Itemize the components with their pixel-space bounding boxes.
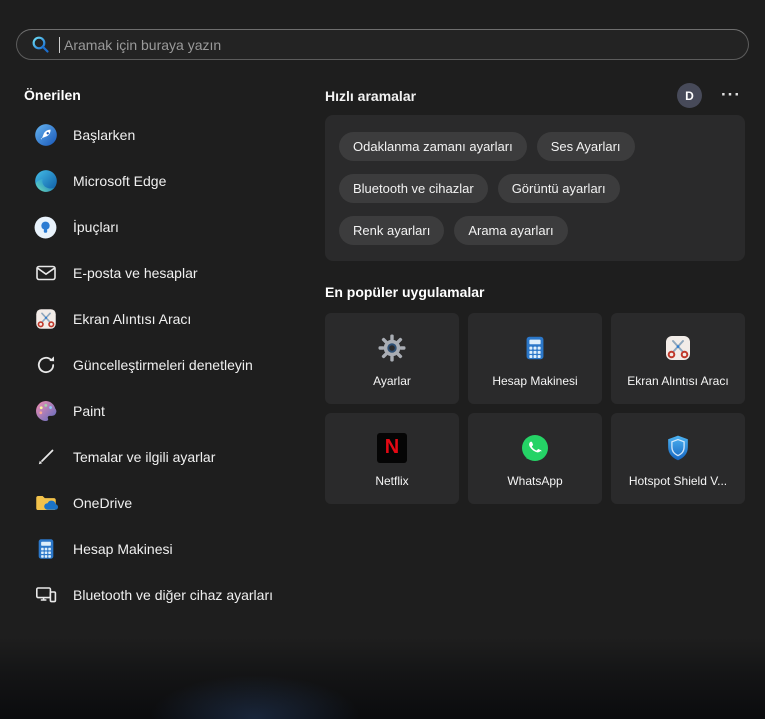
more-icon[interactable]: ··· (721, 85, 741, 105)
devices-icon (32, 582, 59, 609)
search-icon (31, 35, 50, 54)
getting-started-icon (32, 122, 59, 149)
quick-searches-title: Hızlı aramalar (325, 88, 417, 104)
suggested-item-label: Ekran Alıntısı Aracı (73, 311, 192, 327)
netflix-logo-letter: N (384, 436, 400, 458)
quick-search-chip[interactable]: Arama ayarları (454, 216, 568, 245)
search-input[interactable] (62, 35, 734, 54)
suggested-item-paint[interactable]: Paint (8, 388, 312, 434)
suggested-item-label: İpuçları (73, 219, 119, 235)
calculator-icon (520, 330, 550, 366)
app-tile-label: Hesap Makinesi (492, 373, 578, 388)
netflix-icon: N (377, 430, 407, 466)
avatar[interactable]: D (677, 83, 702, 108)
suggested-item-label: Microsoft Edge (73, 173, 167, 189)
app-tile-label: WhatsApp (507, 473, 563, 488)
suggested-item-eposta-ve-hesaplar[interactable]: E-posta ve hesaplar (8, 250, 312, 296)
calculator-icon (32, 536, 59, 563)
suggested-item-label: Paint (73, 403, 105, 419)
settings-gear-icon (376, 330, 408, 366)
suggested-item-ipuclari[interactable]: İpuçları (8, 204, 312, 250)
tips-icon (32, 214, 59, 241)
suggested-item-label: Bluetooth ve diğer cihaz ayarları (73, 587, 273, 603)
refresh-icon (32, 352, 59, 379)
app-tile-whatsapp[interactable]: WhatsApp (468, 413, 602, 504)
suggested-title: Önerilen (24, 87, 81, 103)
quick-search-chip[interactable]: Renk ayarları (339, 216, 445, 245)
whatsapp-icon (519, 430, 551, 466)
snipping-tool-icon (32, 306, 59, 333)
suggested-item-bluetooth-cihaz-ayarlari[interactable]: Bluetooth ve diğer cihaz ayarları (8, 572, 312, 618)
suggested-item-microsoft-edge[interactable]: Microsoft Edge (8, 158, 312, 204)
shield-icon (663, 430, 693, 466)
bottom-fade (0, 637, 765, 719)
app-tile-label: Ekran Alıntısı Aracı (627, 373, 729, 388)
app-tile-label: Hotspot Shield V... (628, 473, 728, 488)
snipping-tool-icon (662, 330, 694, 366)
quick-search-chip[interactable]: Odaklanma zamanı ayarları (339, 132, 527, 161)
windows-search-flyout: Önerilen Başlarken (0, 0, 765, 719)
search-box[interactable] (16, 29, 749, 60)
suggested-item-baslarken[interactable]: Başlarken (8, 112, 312, 158)
suggested-item-temalar[interactable]: Temalar ve ilgili ayarlar (8, 434, 312, 480)
quick-searches-header: Hızlı aramalar D ··· (325, 82, 745, 110)
text-caret (59, 36, 60, 53)
quick-search-chip[interactable]: Bluetooth ve cihazlar (339, 174, 488, 203)
top-apps-title: En popüler uygulamalar (325, 284, 485, 300)
suggested-item-label: OneDrive (73, 495, 133, 511)
paint-palette-icon (32, 398, 59, 425)
app-tile-ayarlar[interactable]: Ayarlar (325, 313, 459, 404)
suggested-item-onedrive[interactable]: OneDrive (8, 480, 312, 526)
suggested-item-hesap-makinesi[interactable]: Hesap Makinesi (8, 526, 312, 572)
app-tile-netflix[interactable]: N Netflix (325, 413, 459, 504)
app-tile-hesap-makinesi[interactable]: Hesap Makinesi (468, 313, 602, 404)
suggested-item-label: Güncelleştirmeleri denetleyin (73, 357, 253, 373)
suggested-item-label: Temalar ve ilgili ayarlar (73, 449, 216, 465)
quick-search-chip[interactable]: Ses Ayarları (536, 132, 635, 161)
app-tile-ekran-alintisi-araci[interactable]: Ekran Alıntısı Aracı (611, 313, 745, 404)
suggested-item-label: E-posta ve hesaplar (73, 265, 198, 281)
suggested-item-guncellestirmeleri-denetleyin[interactable]: Güncelleştirmeleri denetleyin (8, 342, 312, 388)
quick-searches-card: Odaklanma zamanı ayarları Ses Ayarları B… (325, 115, 745, 261)
app-tile-label: Ayarlar (373, 373, 411, 388)
app-tile-label: Netflix (375, 473, 409, 488)
suggested-item-label: Hesap Makinesi (73, 541, 173, 557)
onedrive-icon (32, 490, 59, 517)
suggested-list: Başlarken Microsoft Edge İpuçları E-post… (8, 112, 312, 618)
suggested-item-label: Başlarken (73, 127, 136, 143)
quick-search-chip[interactable]: Görüntü ayarları (497, 174, 620, 203)
top-apps-grid: Ayarlar Hesap Makinesi Ekran Alıntısı Ar… (325, 313, 745, 504)
suggested-item-ekran-alintisi-araci[interactable]: Ekran Alıntısı Aracı (8, 296, 312, 342)
edge-icon (32, 168, 59, 195)
app-tile-hotspot-shield[interactable]: Hotspot Shield V... (611, 413, 745, 504)
mail-icon (32, 260, 59, 287)
brush-icon (32, 444, 59, 471)
